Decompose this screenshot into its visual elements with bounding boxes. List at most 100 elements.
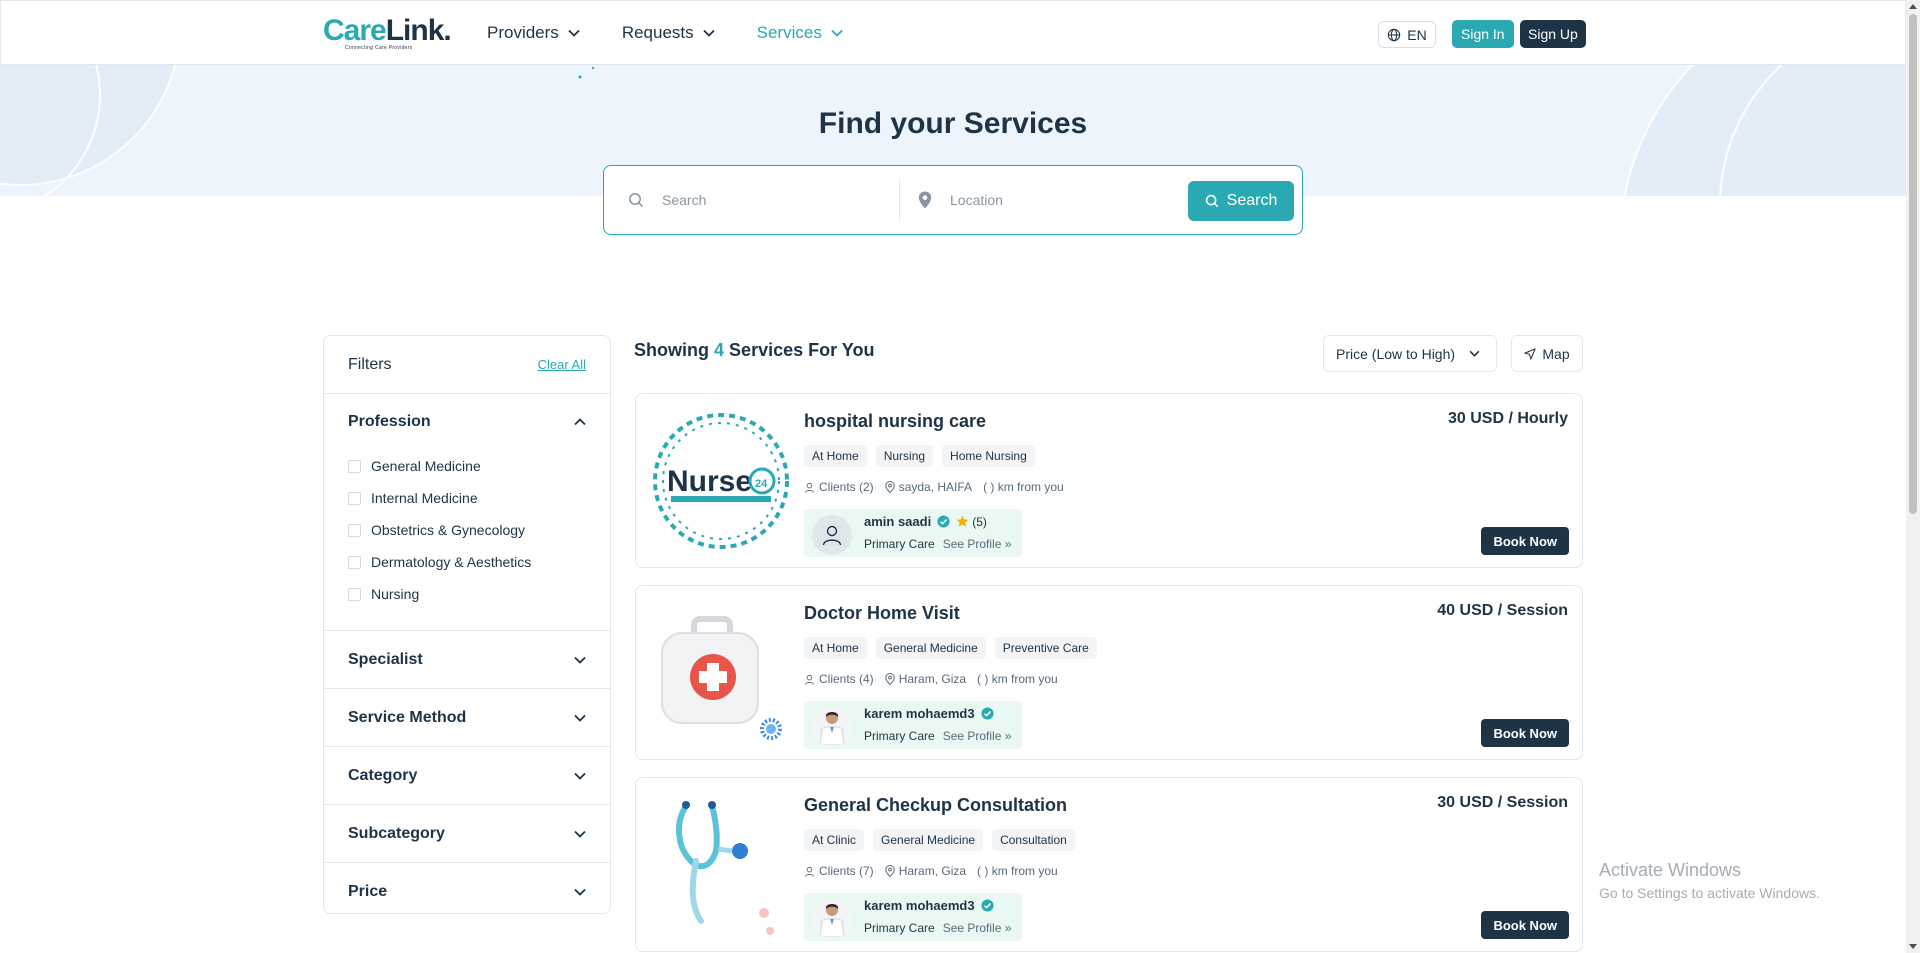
location-pin-icon — [918, 191, 932, 209]
provider-chip: amin saadi (5) Primary Care See Profile … — [804, 509, 1022, 557]
service-price: 40 USD / Session — [1437, 602, 1568, 619]
checkbox[interactable] — [348, 587, 361, 601]
book-now-button[interactable]: Book Now — [1481, 911, 1569, 939]
sign-in-button[interactable]: Sign In — [1452, 20, 1514, 48]
scroll-thumb[interactable] — [1909, 14, 1917, 514]
service-method-filter[interactable]: Service Method — [324, 689, 610, 747]
distance: ( ) km from you — [977, 864, 1058, 878]
provider-name[interactable]: karem mohaemd3 — [864, 898, 975, 913]
book-now-button[interactable]: Book Now — [1481, 719, 1569, 747]
profession-toggle[interactable]: Profession — [348, 394, 586, 450]
page-title: Find your Services — [818, 107, 1088, 140]
avatar — [812, 899, 852, 939]
location-input[interactable]: Location — [918, 179, 1168, 221]
scroll-down-arrow[interactable] — [1909, 944, 1917, 949]
profession-option[interactable]: Internal Medicine — [348, 482, 586, 514]
map-label: Map — [1542, 345, 1570, 362]
scroll-up-arrow[interactable] — [1909, 4, 1917, 9]
provider-name-row: karem mohaemd3 — [864, 898, 994, 913]
language-selector[interactable]: EN — [1378, 21, 1436, 48]
double-chevron-right-icon: » — [1004, 921, 1012, 935]
section-title: Price — [348, 882, 388, 900]
option-label: Nursing — [371, 586, 420, 602]
see-profile-label: See Profile — [942, 537, 1002, 551]
service-card[interactable]: Nurse 24 hospital nursing care 30 USD / … — [635, 393, 1583, 568]
specialist-filter[interactable]: Specialist — [324, 631, 610, 689]
price-filter[interactable]: Price — [324, 863, 610, 920]
logo-care-text: Care — [323, 14, 387, 47]
service-meta: Clients (7) Haram, Giza ( ) km from you — [804, 864, 1058, 878]
results-count: 4 — [714, 340, 725, 360]
service-tag: At Clinic — [804, 829, 865, 851]
book-now-button[interactable]: Book Now — [1481, 527, 1569, 555]
checkbox[interactable] — [348, 459, 361, 473]
verified-badge-icon — [981, 707, 994, 720]
carelink-logo[interactable]: CareLink. Connecting Care Providers — [323, 14, 452, 52]
nav-services[interactable]: Services — [757, 23, 843, 43]
verified-badge-icon — [937, 515, 950, 528]
doctor-avatar-icon — [819, 904, 845, 937]
service-title[interactable]: General Checkup Consultation — [804, 795, 1067, 816]
search-input[interactable]: Search — [628, 179, 900, 221]
sign-up-button[interactable]: Sign Up — [1520, 20, 1586, 48]
see-profile-link[interactable]: See Profile » — [943, 921, 1012, 935]
navigation-arrow-icon — [1524, 347, 1537, 360]
service-location: Haram, Giza — [898, 672, 967, 686]
category-filter[interactable]: Category — [324, 747, 610, 805]
filters-title: Filters — [348, 355, 392, 373]
search-button[interactable]: Search — [1188, 181, 1294, 221]
location-placeholder: Location — [950, 192, 1003, 208]
subcategory-filter[interactable]: Subcategory — [324, 805, 610, 863]
nav-requests[interactable]: Requests — [622, 23, 715, 43]
provider-sub: Primary Care See Profile » — [864, 921, 1011, 935]
globe-icon — [1388, 28, 1401, 41]
section-title: Category — [348, 766, 418, 784]
service-price: 30 USD / Hourly — [1447, 410, 1568, 427]
option-label: Dermatology & Aesthetics — [371, 554, 532, 570]
service-tag: At Home — [804, 445, 867, 467]
search-button-label: Search — [1226, 192, 1278, 209]
service-card[interactable]: General Checkup Consultation 30 USD / Se… — [635, 777, 1583, 952]
service-tag: At Home — [804, 637, 867, 659]
clients-count: Clients (2) — [819, 480, 874, 494]
checkbox[interactable] — [348, 523, 361, 537]
chevron-down-icon — [574, 772, 586, 780]
chevron-down-icon — [574, 888, 586, 896]
sort-dropdown[interactable]: Price (Low to High) — [1323, 335, 1497, 372]
main-nav: Providers Requests Services — [487, 1, 885, 65]
nav-providers[interactable]: Providers — [487, 23, 580, 43]
service-title[interactable]: hospital nursing care — [804, 411, 986, 432]
service-card[interactable]: Doctor Home Visit 40 USD / Session At Ho… — [635, 585, 1583, 760]
section-title: Service Method — [348, 708, 467, 726]
see-profile-link[interactable]: See Profile » — [943, 537, 1012, 551]
watermark-subtitle: Go to Settings to activate Windows. — [1599, 885, 1820, 901]
provider-type: Primary Care — [864, 537, 935, 551]
map-button[interactable]: Map — [1511, 335, 1583, 372]
service-meta: Clients (2) sayda, HAIFA ( ) km from you — [804, 480, 1064, 494]
nurse-logo-image: Nurse 24 — [652, 413, 789, 549]
page-scrollbar[interactable] — [1906, 0, 1920, 953]
avatar — [812, 515, 852, 555]
chevron-up-icon — [574, 418, 586, 426]
service-tag: Home Nursing — [942, 445, 1035, 467]
user-icon — [804, 482, 815, 493]
profession-option[interactable]: Nursing — [348, 578, 586, 610]
service-title[interactable]: Doctor Home Visit — [804, 603, 960, 624]
checkbox[interactable] — [348, 491, 361, 505]
profession-option[interactable]: Obstetrics & Gynecology — [348, 514, 586, 546]
service-tag: Nursing — [875, 445, 934, 467]
clear-all-link[interactable]: Clear All — [538, 357, 586, 372]
see-profile-label: See Profile — [942, 729, 1002, 743]
checkbox[interactable] — [348, 555, 361, 569]
profession-option[interactable]: Dermatology & Aesthetics — [348, 546, 586, 578]
clients-count: Clients (7) — [819, 864, 874, 878]
service-tags: At Home Nursing Home Nursing — [804, 445, 1035, 467]
nav-services-label: Services — [756, 23, 822, 42]
service-location: Haram, Giza — [898, 864, 967, 878]
profession-option[interactable]: General Medicine — [348, 450, 586, 482]
provider-name[interactable]: karem mohaemd3 — [864, 706, 975, 721]
see-profile-link[interactable]: See Profile » — [943, 729, 1012, 743]
service-image — [646, 596, 796, 751]
provider-name[interactable]: amin saadi — [864, 514, 931, 529]
service-tag: Consultation — [992, 829, 1075, 851]
